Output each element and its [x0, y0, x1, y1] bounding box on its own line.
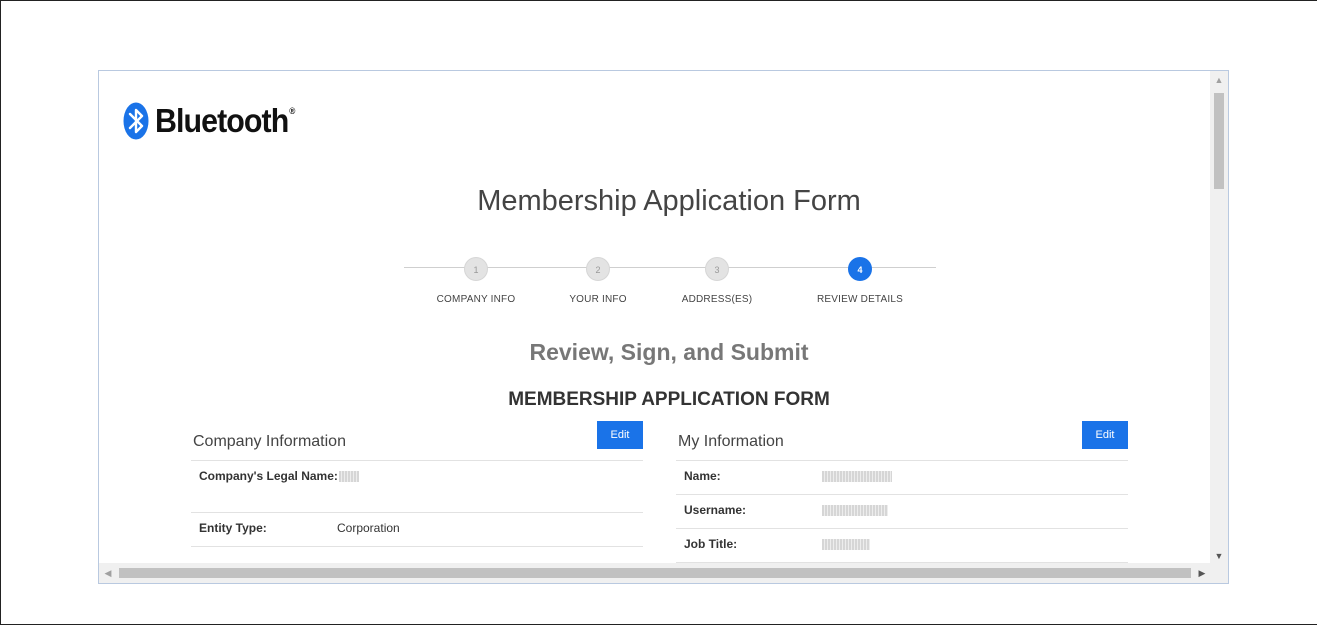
- step-number: 3: [705, 257, 729, 281]
- step-number: 4: [848, 257, 872, 281]
- table-row: Username:: [676, 495, 1128, 529]
- vertical-scrollbar[interactable]: ▲ ▼: [1210, 71, 1228, 565]
- page-viewport: Bluetooth® Membership Application Form 1…: [99, 71, 1211, 565]
- field-value-redacted: [822, 537, 870, 554]
- field-label: Job Title:: [684, 537, 738, 551]
- page-title: Membership Application Form: [477, 185, 861, 217]
- step-addresses[interactable]: 3 ADDRESS(ES): [647, 257, 787, 305]
- field-value: Corporation: [337, 521, 400, 535]
- table-row: Company's Legal Name:: [191, 461, 643, 513]
- step-label: ADDRESS(ES): [681, 294, 753, 305]
- step-label: COMPANY INFO: [436, 294, 516, 305]
- field-label: Username:: [684, 503, 747, 517]
- form-title: MEMBERSHIP APPLICATION FORM: [508, 389, 830, 410]
- step-company-info[interactable]: 1 COMPANY INFO: [406, 257, 546, 305]
- step-number: 1: [464, 257, 488, 281]
- table-row: Name:: [676, 461, 1128, 495]
- company-information-panel: Company Information Edit Company's Legal…: [191, 421, 643, 547]
- panel-header: My Information Edit: [676, 421, 1128, 461]
- scrollbar-corner: [1210, 563, 1228, 583]
- scroll-left-arrow-icon[interactable]: ◀: [99, 563, 117, 583]
- field-value-redacted: [822, 503, 888, 520]
- horizontal-scroll-thumb[interactable]: [119, 568, 1191, 578]
- bluetooth-icon: [123, 102, 149, 140]
- table-row: Entity Type: Corporation: [191, 513, 643, 547]
- section-title: Review, Sign, and Submit: [529, 339, 809, 365]
- browser-window: Bluetooth® Membership Application Form 1…: [98, 70, 1229, 584]
- step-review-details[interactable]: 4 REVIEW DETAILS: [790, 257, 930, 305]
- bluetooth-logo: Bluetooth®: [123, 101, 307, 141]
- field-label: Company's Legal Name:: [199, 469, 338, 483]
- field-label: Entity Type:: [199, 521, 267, 535]
- field-value-redacted: [339, 469, 359, 486]
- table-row: Job Title:: [676, 529, 1128, 563]
- edit-my-info-button[interactable]: Edit: [1082, 421, 1128, 449]
- field-label: Name:: [684, 469, 721, 483]
- panel-title: My Information: [678, 433, 784, 450]
- vertical-scroll-thumb[interactable]: [1214, 93, 1224, 189]
- step-number: 2: [586, 257, 610, 281]
- step-label: REVIEW DETAILS: [817, 294, 903, 305]
- panel-header: Company Information Edit: [191, 421, 643, 461]
- horizontal-scrollbar[interactable]: ◀ ▶: [99, 563, 1211, 583]
- brand-name: Bluetooth®: [155, 102, 295, 139]
- scroll-up-arrow-icon[interactable]: ▲: [1210, 71, 1228, 89]
- field-value-redacted: [822, 469, 892, 486]
- panel-title: Company Information: [193, 433, 346, 450]
- edit-company-button[interactable]: Edit: [597, 421, 643, 449]
- my-information-panel: My Information Edit Name: Username: Job …: [676, 421, 1128, 563]
- scroll-right-arrow-icon[interactable]: ▶: [1193, 563, 1211, 583]
